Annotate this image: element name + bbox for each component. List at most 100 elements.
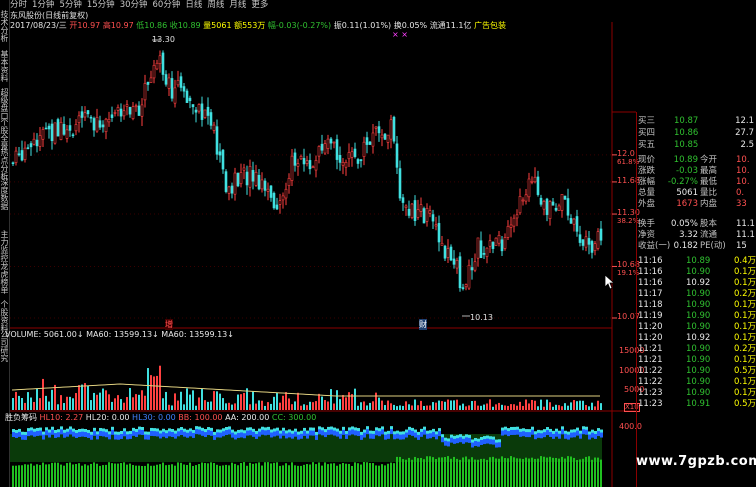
candle-body: [593, 243, 597, 251]
candle-body: [395, 143, 399, 168]
quote-row[interactable]: 涨幅 -0.27% 最低 10.: [638, 177, 756, 188]
indicator-band: [453, 435, 456, 439]
tick-row[interactable]: 11:18 10.90 0.1万: [638, 300, 756, 311]
volume-bar: [60, 395, 62, 410]
volume-bar: [66, 396, 68, 410]
tick-row[interactable]: 11:21 10.90 0.1万: [638, 355, 756, 366]
candle-body: [131, 106, 135, 119]
tick-row[interactable]: 11:20 10.90 0.1万: [638, 322, 756, 333]
indicator-band: [243, 430, 246, 434]
event-marker-finance[interactable]: 财: [419, 319, 427, 330]
order-volume: 27.7: [735, 128, 754, 138]
fundamentals-row[interactable]: 收益(一) 0.182 PE(动) 15: [638, 241, 756, 252]
indicator-band: [225, 427, 228, 431]
candle-body: [185, 90, 189, 103]
indicator-band: [354, 427, 357, 431]
candle-body: [353, 148, 357, 157]
indicator-bar: [207, 463, 209, 487]
tick-row[interactable]: 11:21 10.90 0.2万: [638, 344, 756, 355]
order-book-row[interactable]: 买三 10.87 12.1: [638, 116, 756, 127]
fundamentals-row[interactable]: 净资 3.32 流通 11.1: [638, 230, 756, 241]
indicator-name[interactable]: 胜负筹码: [5, 413, 37, 422]
tick-row[interactable]: 11:16 10.92 0.1万: [638, 278, 756, 289]
quote-row[interactable]: 外盘 1673 内盘 33: [638, 199, 756, 210]
indicator-bar: [108, 462, 110, 487]
tick-price: 10.90: [686, 311, 711, 321]
order-volume: 12.1: [735, 116, 754, 126]
indicator-band: [285, 430, 288, 434]
indicator-bar: [498, 458, 500, 487]
fund-value: 0.182: [673, 241, 698, 251]
order-book-row[interactable]: 买五 10.85 2.5: [638, 140, 756, 151]
tick-price: 10.90: [686, 322, 711, 332]
tick-volume: 0.1万: [734, 267, 756, 277]
volume-bar: [483, 404, 485, 410]
candle-body: [386, 134, 390, 143]
indicator-bar: [387, 463, 389, 487]
indicator-band: [297, 431, 300, 435]
tick-row[interactable]: 11:16 10.89 0.4万: [638, 256, 756, 267]
indicator-legend: 胜负筹码 HL10: 2.27 HL20: 0.00 HL30: 0.00 BB…: [5, 413, 316, 423]
indicator-bar: [363, 462, 365, 487]
indicator-band: [498, 439, 501, 443]
volume-bar: [555, 404, 557, 410]
indicator-band: [360, 431, 363, 435]
candle-body: [80, 111, 84, 118]
volume-bar: [546, 399, 548, 410]
indicator-bar: [12, 465, 14, 487]
order-book-row[interactable]: 买四 10.86 27.7: [638, 128, 756, 139]
volume-bar: [276, 392, 278, 410]
candle-body: [128, 107, 132, 115]
volume-bar: [51, 389, 53, 410]
volume-bar: [441, 401, 443, 410]
indicator-bar: [27, 464, 29, 487]
indicator-bar: [252, 463, 254, 487]
indicator-band: [567, 431, 570, 435]
candle-body: [578, 234, 582, 243]
indicator-bar: [588, 456, 590, 487]
candle-body: [110, 114, 114, 118]
tick-row[interactable]: 11:23 10.90 0.1万: [638, 388, 756, 399]
indicator-band: [24, 431, 27, 435]
indicator-band: [117, 431, 120, 435]
candle-body: [512, 217, 516, 227]
volume-bar: [459, 405, 461, 410]
indicator-band: [102, 428, 105, 432]
fund-value: 3.32: [679, 230, 698, 240]
indicator-bar: [111, 463, 113, 487]
quote-row[interactable]: 涨跌 -0.03 最高 10.: [638, 166, 756, 177]
candle-body: [236, 172, 240, 187]
volume-bar: [477, 405, 479, 410]
tick-row[interactable]: 11:22 10.90 0.1万: [638, 377, 756, 388]
indicator-bar: [393, 463, 395, 487]
tick-row[interactable]: 11:20 10.92 0.1万: [638, 333, 756, 344]
fund-label: 净资: [638, 230, 656, 240]
volume-bar: [429, 405, 431, 410]
indicator-bar: [93, 462, 95, 487]
event-marker-increase[interactable]: 增: [165, 319, 173, 330]
indicator-band: [159, 430, 162, 434]
indicator-band: [300, 430, 303, 434]
quote-row[interactable]: 总量 5061 量比 0.: [638, 188, 756, 199]
order-label: 买五: [638, 140, 656, 150]
order-volume: 2.5: [740, 140, 754, 150]
tick-row[interactable]: 11:22 10.90 0.5万: [638, 366, 756, 377]
candle-body: [476, 237, 480, 259]
indicator-band: [279, 430, 282, 434]
tick-row[interactable]: 11:23 10.91 0.5万: [638, 399, 756, 410]
volume-bar: [291, 404, 293, 410]
fundamentals-row[interactable]: 换手 0.05% 股本 11.1: [638, 219, 756, 230]
indicator-band: [18, 428, 21, 432]
indicator-band: [273, 428, 276, 432]
volume-bar: [219, 393, 221, 410]
quote-row[interactable]: 现价 10.89 今开 10.: [638, 155, 756, 166]
volume-bar: [489, 399, 491, 410]
tick-row[interactable]: 11:16 10.90 0.1万: [638, 267, 756, 278]
volume-bar: [357, 405, 359, 410]
tick-row[interactable]: 11:17 10.90 0.2万: [638, 289, 756, 300]
indicator-bar: [513, 457, 515, 487]
tick-row[interactable]: 11:19 10.90 0.1万: [638, 311, 756, 322]
tick-time: 11:20: [638, 333, 663, 343]
candle-body: [224, 171, 228, 192]
indicator-band: [342, 426, 345, 430]
